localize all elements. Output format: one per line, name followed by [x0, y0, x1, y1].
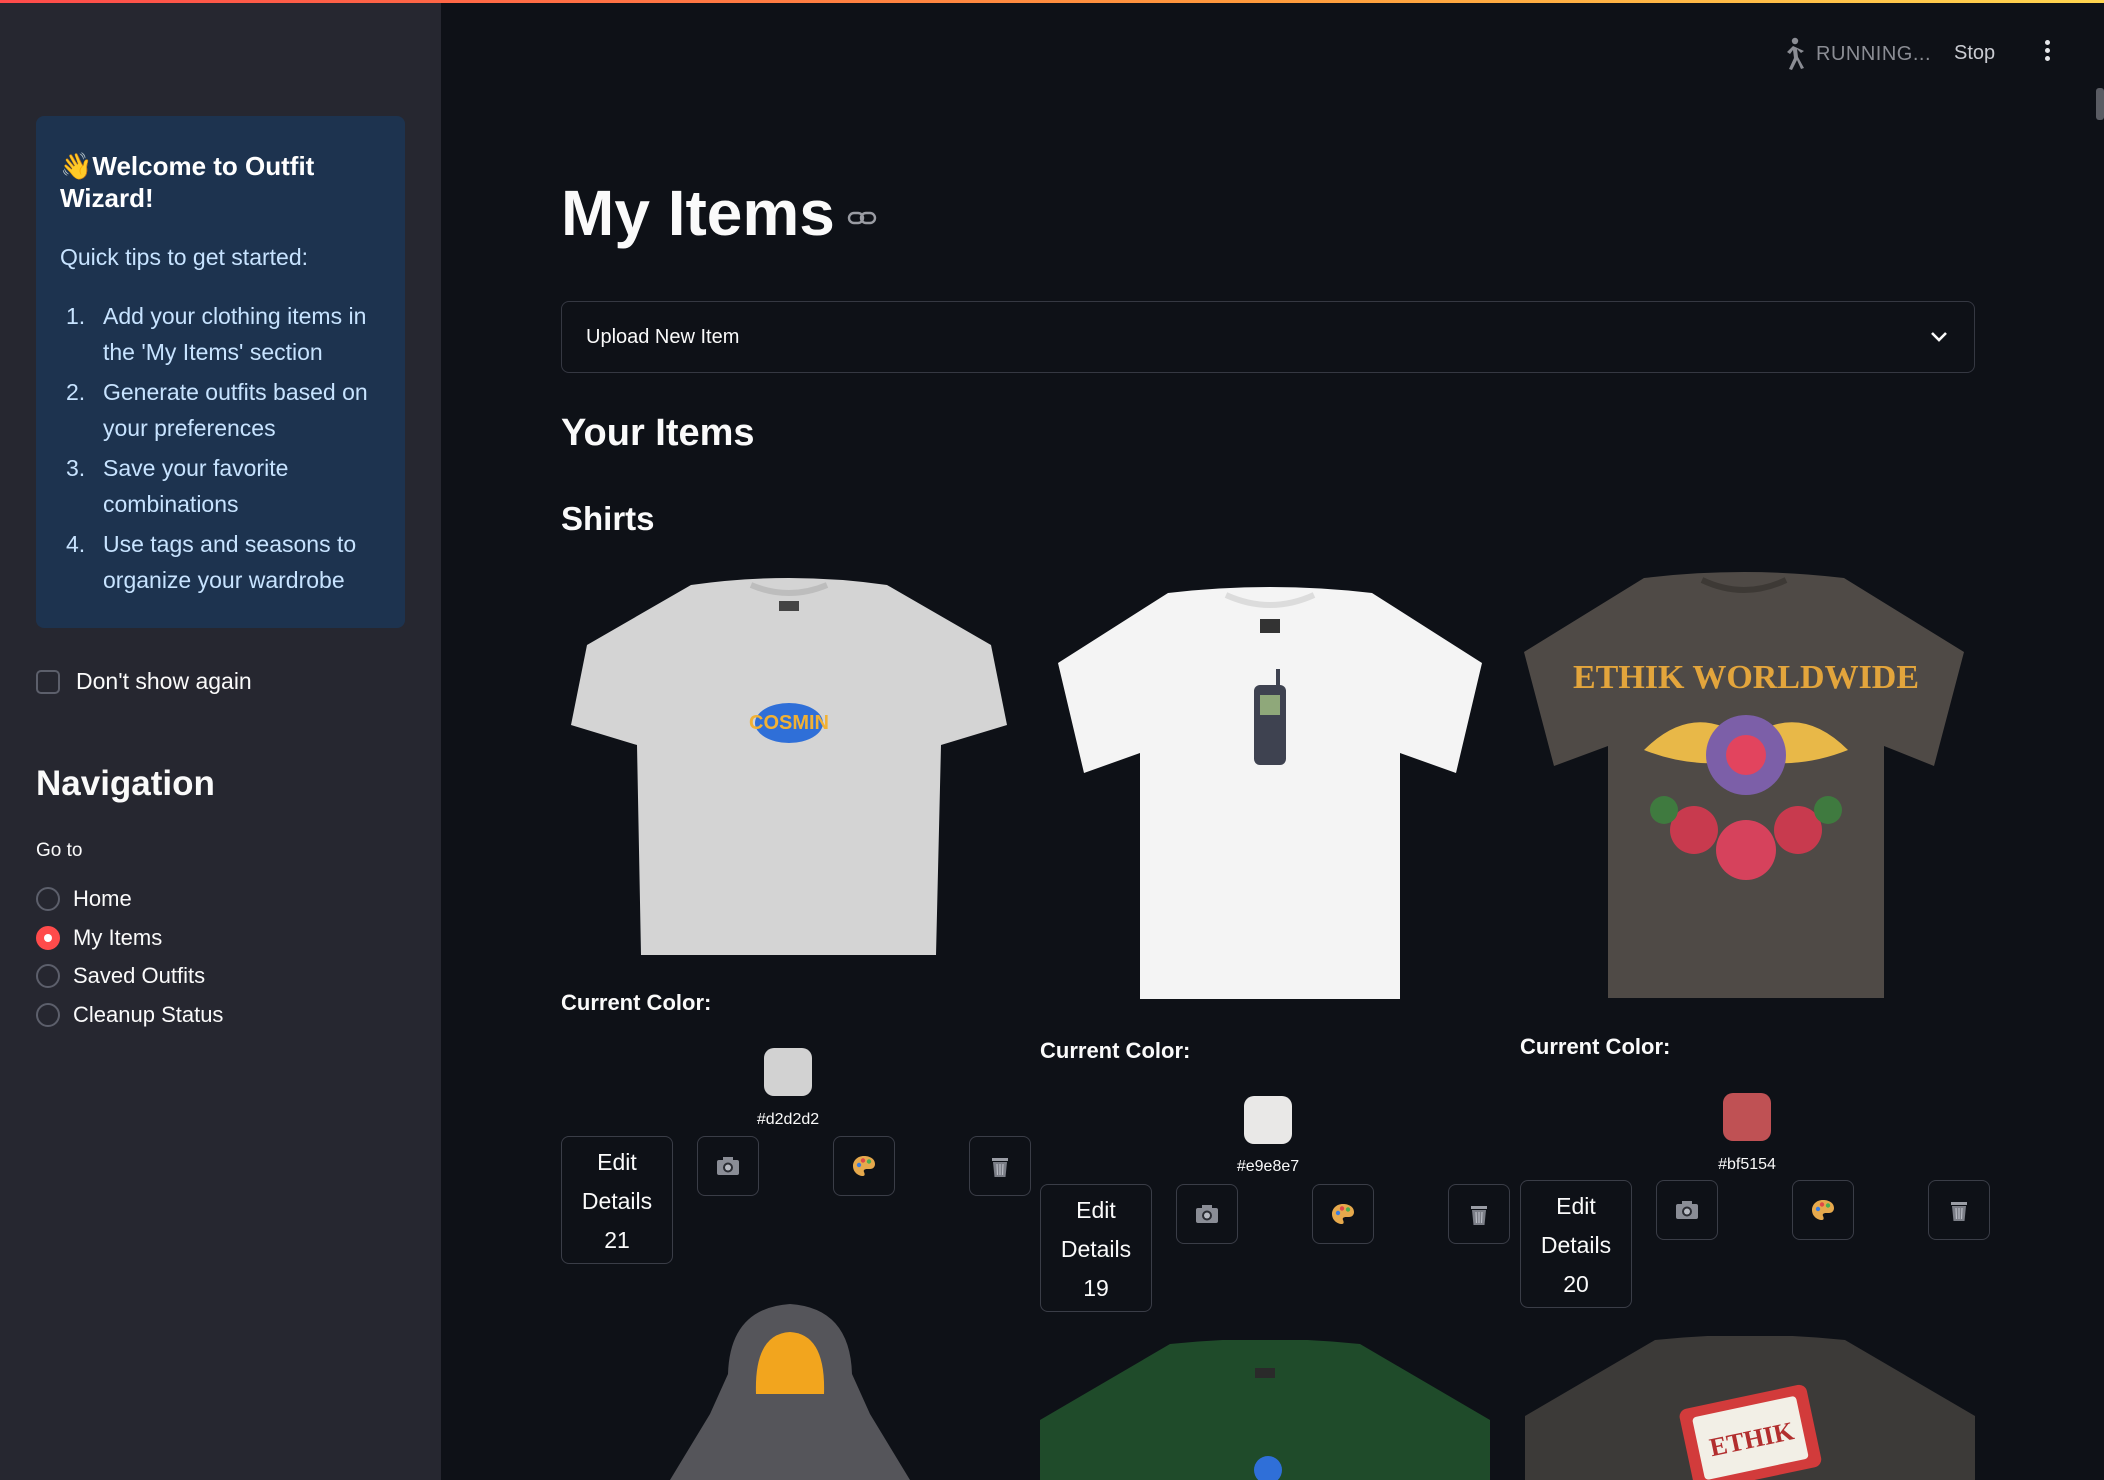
upload-expander-label: Upload New Item [586, 325, 740, 348]
stop-button[interactable]: Stop [1954, 42, 1995, 65]
shirts-heading: Shirts [561, 500, 655, 537]
welcome-title-text: Welcome to Outfit Wizard! [60, 151, 315, 213]
tip-text: Save your favorite combinations [103, 455, 289, 517]
edit-details-button[interactable]: Edit Details 19 [1040, 1184, 1152, 1312]
tip-number: 2. [66, 379, 86, 405]
photo-button[interactable] [1176, 1184, 1238, 1244]
color-hex-value: #bf5154 [1718, 1156, 1776, 1173]
jacket-image [670, 1304, 910, 1480]
edit-button-line: 19 [1083, 1275, 1109, 1301]
tip-text: Use tags and seasons to organize your wa… [103, 531, 357, 593]
nav-radio-label: Saved Outfits [73, 963, 206, 989]
radio-circle[interactable] [36, 887, 60, 912]
delete-button[interactable] [1928, 1180, 1990, 1240]
current-color-label: Current Color: [561, 990, 712, 1015]
edit-button-line: Details [1540, 1232, 1612, 1258]
running-status: RUNNING... [1778, 36, 1931, 72]
tips-list: 1. Add your clothing items in the 'My It… [60, 298, 381, 598]
tip-number: 3. [66, 455, 86, 481]
current-color-label: Current Color: [1520, 1034, 1671, 1059]
your-items-heading: Your Items [561, 412, 755, 454]
running-man-icon [1787, 37, 1804, 70]
palette-icon [1812, 1200, 1834, 1220]
tip-item: 4. Use tags and seasons to organize your… [60, 526, 381, 598]
photo-button[interactable] [1656, 1180, 1718, 1240]
recolor-button[interactable] [833, 1136, 895, 1196]
color-hex-value: #e9e8e7 [1236, 1158, 1300, 1175]
shirt-image-green [1040, 1340, 1490, 1480]
tip-text: Add your clothing items in the 'My Items… [103, 303, 367, 365]
anchor-link-icon[interactable] [847, 208, 877, 228]
trash-icon [1951, 1202, 1967, 1221]
current-color-label: Current Color: [1040, 1038, 1191, 1063]
wave-icon: 👋 [60, 151, 93, 181]
shirt-image-white [1058, 587, 1482, 999]
color-swatch [1723, 1093, 1771, 1141]
navigation-title: Navigation [36, 764, 215, 803]
main-menu-icon[interactable] [2040, 40, 2054, 70]
welcome-subtitle: Quick tips to get started: [60, 244, 309, 270]
nav-radio-cleanup-status[interactable]: Cleanup Status [36, 996, 223, 1035]
scrollbar-thumb[interactable] [2096, 88, 2104, 120]
nav-radio-my-items[interactable]: My Items [36, 919, 223, 958]
palette-icon [853, 1156, 875, 1176]
nav-radio-label: Home [73, 886, 132, 912]
checkbox-box[interactable] [36, 669, 60, 694]
page-title-text: My Items [561, 177, 835, 249]
edit-button-line: Details [581, 1188, 653, 1214]
tip-number: 4. [66, 531, 86, 557]
welcome-info-box: 👋Welcome to Outfit Wizard! Quick tips to… [36, 116, 405, 628]
color-swatch [1244, 1096, 1292, 1144]
tip-item: 3. Save your favorite combinations [60, 450, 381, 522]
trash-icon [1471, 1206, 1487, 1225]
running-status-text: RUNNING... [1816, 42, 1931, 65]
edit-button-line: Edit [1556, 1193, 1596, 1219]
tip-text: Generate outfits based on your preferenc… [103, 379, 368, 441]
welcome-title: 👋Welcome to Outfit Wizard! [60, 150, 381, 214]
top-progress-bar [0, 0, 2104, 3]
nav-radio-home[interactable]: Home [36, 880, 223, 919]
tip-item: 1. Add your clothing items in the 'My It… [60, 298, 381, 370]
recolor-button[interactable] [1792, 1180, 1854, 1240]
goto-label: Go to [36, 840, 83, 861]
delete-button[interactable] [1448, 1184, 1510, 1244]
color-hex-value: #d2d2d2 [756, 1111, 820, 1128]
edit-details-button[interactable]: Edit Details 21 [561, 1136, 673, 1264]
camera-icon [1196, 1205, 1218, 1223]
sidebar: 👋Welcome to Outfit Wizard! Quick tips to… [0, 0, 441, 1480]
trash-icon [992, 1158, 1008, 1177]
delete-button[interactable] [969, 1136, 1031, 1196]
color-swatch [764, 1048, 812, 1096]
nav-radio-saved-outfits[interactable]: Saved Outfits [36, 957, 223, 996]
shirt-print-text: ETHIK WORLDWIDE [1573, 659, 1919, 696]
dont-show-again-label: Don't show again [76, 668, 252, 694]
recolor-button[interactable] [1312, 1184, 1374, 1244]
shirt-print-text: COSMIN [749, 712, 829, 734]
shirt-image-dark-gray: ETHIK WORLDWIDE [1524, 572, 1964, 998]
nav-radio-label: My Items [73, 924, 163, 950]
radio-circle[interactable] [36, 1002, 60, 1027]
page-title: My Items [561, 176, 877, 250]
edit-details-button[interactable]: Edit Details 20 [1520, 1180, 1632, 1308]
palette-icon [1332, 1204, 1354, 1224]
upload-new-item-expander[interactable]: Upload New Item [561, 301, 1975, 373]
shirt-image-charcoal: ETHIK [1525, 1336, 1975, 1480]
edit-button-line: 20 [1563, 1271, 1589, 1297]
nav-radio-label: Cleanup Status [73, 1001, 224, 1027]
shirt-image-gray: COSMIN [571, 578, 1007, 955]
edit-button-line: 21 [604, 1227, 630, 1253]
edit-button-line: Edit [597, 1149, 637, 1175]
tip-number: 1. [66, 303, 86, 329]
camera-icon [717, 1157, 739, 1175]
camera-icon [1676, 1201, 1698, 1219]
edit-button-line: Details [1060, 1236, 1132, 1262]
dont-show-again-checkbox[interactable]: Don't show again [36, 668, 252, 695]
edit-button-line: Edit [1076, 1197, 1116, 1223]
tip-item: 2. Generate outfits based on your prefer… [60, 374, 381, 446]
navigation-radio-group: Home My Items Saved Outfits Cleanup Stat… [36, 880, 223, 1034]
chevron-down-icon[interactable] [1930, 331, 1948, 343]
radio-circle[interactable] [36, 964, 60, 989]
photo-button[interactable] [697, 1136, 759, 1196]
radio-circle-selected[interactable] [36, 925, 60, 950]
